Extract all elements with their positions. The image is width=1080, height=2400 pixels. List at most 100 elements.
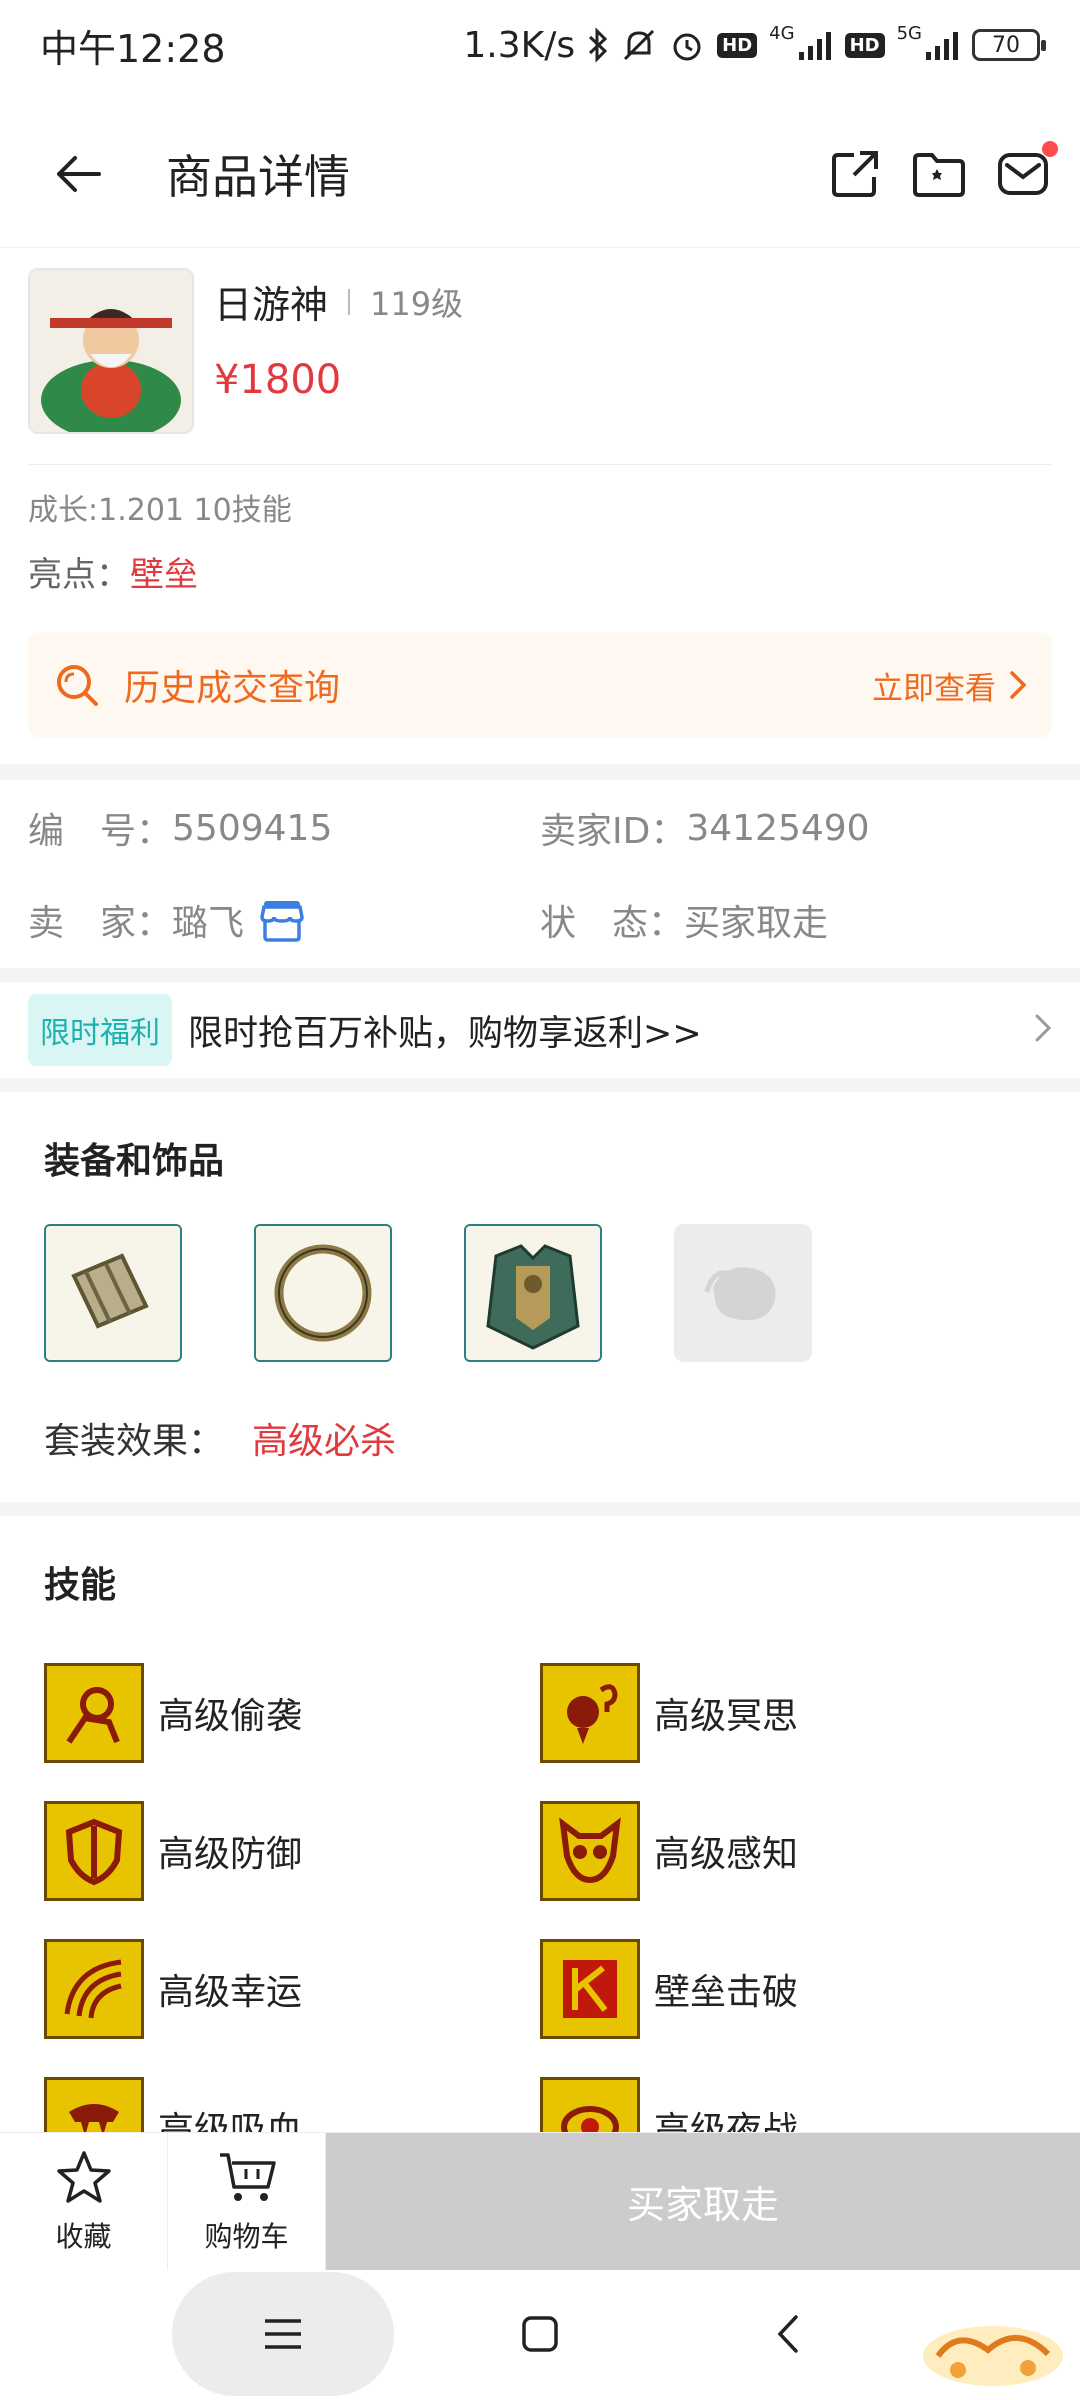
- id-label: 编 号：: [28, 811, 173, 852]
- product-level: 119级: [370, 284, 464, 323]
- separator: [348, 288, 351, 315]
- skill-item[interactable]: 壁垒击破: [540, 1920, 1036, 2058]
- growth-info: 成长:1.201 10技能: [28, 493, 292, 528]
- signal-icon: [798, 25, 833, 65]
- equipment-slot-1[interactable]: [44, 1224, 182, 1362]
- cart-button[interactable]: 购物车: [168, 2133, 326, 2270]
- suit-effect-value: 高级必杀: [252, 1421, 397, 1462]
- skills-section: 技能 高级偷袭 高级冥思 高级防御 高级感知 高级幸运 壁垒击破 高级吸血 高级…: [0, 1516, 1080, 2196]
- cart-label: 购物车: [204, 2219, 289, 2253]
- promo-banner[interactable]: 限时福利 限时抢百万补贴，购物享返利>>: [0, 982, 1080, 1078]
- character-avatar: [30, 270, 192, 432]
- bracer-icon: [46, 1226, 180, 1360]
- product-card: 日游神 119级 ¥1800 成长:1.201 10技能 亮点：壁垒 历史成交查…: [28, 268, 1052, 738]
- view-now-label: 立即查看: [872, 670, 996, 707]
- game-logo-watermark: [918, 2316, 1068, 2396]
- armor-icon: [466, 1226, 600, 1360]
- unread-dot: [1042, 140, 1058, 157]
- ring-icon: [256, 1226, 390, 1360]
- perception-skill-icon: [540, 1801, 640, 1901]
- skill-item[interactable]: 高级偷袭: [44, 1644, 540, 1782]
- bluetooth-icon: [587, 25, 609, 65]
- store-icon[interactable]: [258, 897, 306, 943]
- arrow-left-icon: [57, 155, 101, 192]
- hd-badge-2: HD: [844, 32, 885, 58]
- equipment-title: 装备和饰品: [44, 1141, 225, 1182]
- suit-effect-row: 套装效果： 高级必杀: [44, 1412, 1036, 1464]
- product-price: ¥1800: [214, 357, 342, 403]
- equipment-slot-2[interactable]: [254, 1224, 392, 1362]
- view-now-link[interactable]: 立即查看: [872, 663, 1026, 708]
- suit-effect-label: 套装效果：: [44, 1421, 225, 1462]
- promo-text: 限时抢百万补贴，购物享返利>>: [188, 1013, 702, 1054]
- product-image[interactable]: [28, 268, 194, 434]
- equipment-slot-3[interactable]: [464, 1224, 602, 1362]
- id-value: 5509415: [172, 807, 333, 849]
- section-gap: [0, 1502, 1080, 1516]
- folder-star-icon: [913, 152, 965, 197]
- battery-icon: 70: [972, 29, 1046, 61]
- message-button[interactable]: [996, 140, 1058, 201]
- back-button[interactable]: [30, 126, 126, 222]
- favorite-label: 收藏: [55, 2219, 112, 2253]
- skill-item[interactable]: 高级感知: [540, 1782, 1036, 1920]
- section-gap: [0, 968, 1080, 982]
- network-type-2: 5G: [896, 22, 922, 44]
- meta-info: 编 号： 5509415 卖家ID： 34125490 卖 家： 璐飞 状 态：…: [28, 782, 1052, 966]
- luck-skill-icon: [44, 1939, 144, 2039]
- defense-skill-icon: [44, 1801, 144, 1901]
- skill-item[interactable]: 高级防御: [44, 1782, 540, 1920]
- home-button[interactable]: [500, 2294, 580, 2374]
- product-name: 日游神: [214, 283, 329, 327]
- empty-slot-icon: [704, 1267, 776, 1321]
- star-icon: [56, 2150, 111, 2203]
- mute-icon: [621, 25, 657, 65]
- meditation-skill-icon: [540, 1663, 640, 1763]
- skill-item[interactable]: 高级冥思: [540, 1644, 1036, 1782]
- mail-icon: [998, 152, 1048, 195]
- square-icon: [522, 2316, 558, 2352]
- page-title: 商品详情: [166, 149, 350, 204]
- skills-title: 技能: [44, 1565, 117, 1606]
- hd-badge: HD: [717, 32, 758, 58]
- network-speed: 1.3K/s: [463, 24, 576, 66]
- highlight-label: 亮点：: [28, 555, 130, 595]
- menu-icon: [265, 2319, 301, 2349]
- seller-id-value: 34125490: [686, 807, 870, 849]
- buy-button[interactable]: 买家取走: [326, 2133, 1080, 2270]
- skill-name: 高级偷袭: [158, 1696, 303, 1737]
- status-bar: 中午12:28 1.3K/s HD 4G HD 5G 70: [0, 0, 1080, 90]
- recent-apps-button[interactable]: [172, 2272, 394, 2396]
- chevron-right-icon: [1034, 1013, 1052, 1047]
- status-icons: 1.3K/s HD 4G HD 5G 70: [463, 22, 1046, 66]
- chevron-left-icon: [777, 2315, 798, 2353]
- barrier-break-skill-icon: [540, 1939, 640, 2039]
- divider: [28, 464, 1052, 465]
- favorite-button[interactable]: 收藏: [0, 2133, 168, 2270]
- equipment-section: 装备和饰品 套装效果： 高级必杀: [0, 1090, 1080, 1464]
- network-type-1: 4G: [769, 22, 795, 44]
- seller-id-label: 卖家ID：: [540, 811, 687, 852]
- highlight-value: 壁垒: [130, 555, 198, 595]
- skill-name: 高级冥思: [654, 1696, 799, 1737]
- history-query-label: 历史成交查询: [124, 668, 341, 709]
- seller-label: 卖 家：: [28, 903, 173, 944]
- skill-name: 高级防御: [158, 1834, 303, 1875]
- bottom-action-bar: 收藏 购物车 买家取走: [0, 2132, 1080, 2270]
- equipment-slot-empty[interactable]: [674, 1224, 812, 1362]
- skill-name: 壁垒击破: [654, 1972, 799, 2013]
- cart-icon: [219, 2152, 276, 2201]
- sneak-attack-skill-icon: [44, 1663, 144, 1763]
- chevron-right-icon: [1010, 671, 1026, 699]
- signal-icon-2: [926, 25, 960, 65]
- skill-name: 高级感知: [654, 1834, 799, 1875]
- skill-name: 高级幸运: [158, 1972, 303, 2013]
- favorite-folder-button[interactable]: [912, 147, 966, 201]
- skill-item[interactable]: 高级幸运: [44, 1920, 540, 2058]
- share-button[interactable]: [828, 147, 882, 201]
- history-query-bar[interactable]: 历史成交查询 立即查看: [28, 632, 1052, 738]
- seller-name: 璐飞: [172, 903, 245, 944]
- system-back-button[interactable]: [748, 2294, 828, 2374]
- status-label: 状 态：: [540, 903, 685, 944]
- search-icon: [57, 665, 98, 706]
